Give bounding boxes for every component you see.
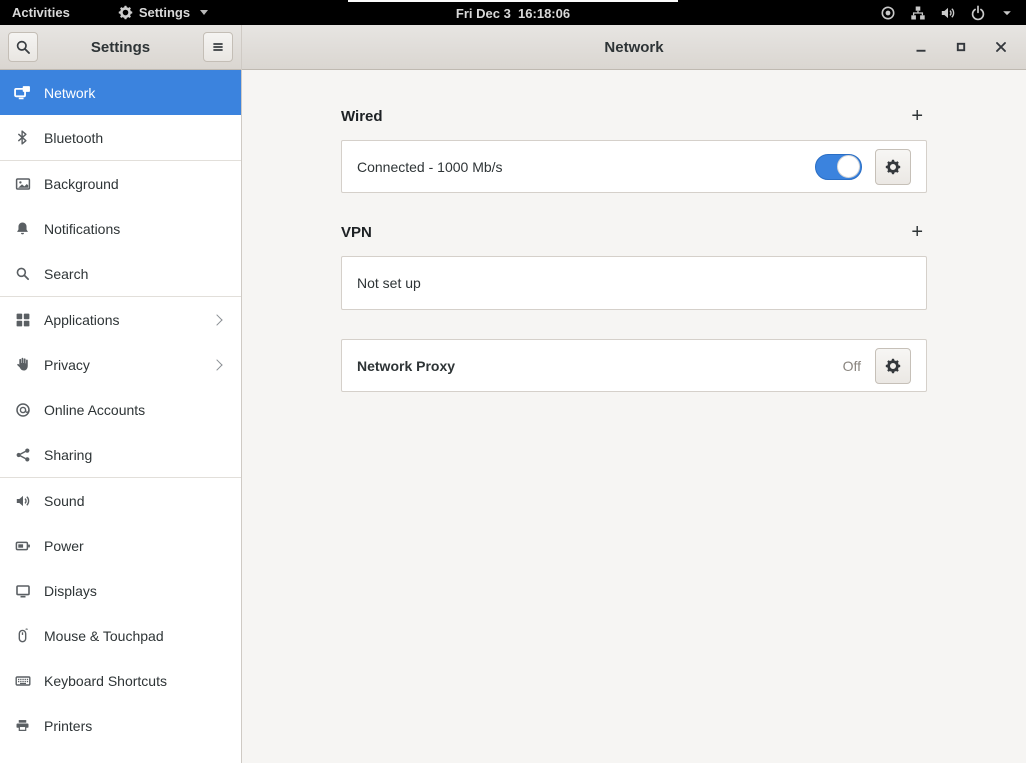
network-proxy-row: Network Proxy Off bbox=[342, 340, 926, 391]
sidebar-item-power[interactable]: Power bbox=[0, 523, 241, 568]
gear-icon bbox=[118, 5, 133, 20]
power-icon bbox=[14, 537, 31, 554]
chevron-right-icon bbox=[211, 358, 223, 371]
sidebar-item-label: Printers bbox=[44, 717, 93, 734]
chevron-down-icon bbox=[1000, 6, 1014, 20]
sidebar-title: Settings bbox=[90, 38, 151, 56]
notifications-icon bbox=[14, 220, 31, 237]
activities-button[interactable]: Activities bbox=[0, 0, 82, 25]
vpn-row: Not set up bbox=[342, 257, 926, 309]
wired-card: Connected - 1000 Mb/s bbox=[341, 140, 927, 193]
sidebar-item-search[interactable]: Search bbox=[0, 251, 241, 296]
bluetooth-icon bbox=[14, 129, 31, 146]
proxy-settings-button[interactable] bbox=[875, 347, 911, 384]
wired-section-title: Wired bbox=[341, 107, 383, 125]
sidebar-item-applications[interactable]: Applications bbox=[0, 297, 241, 342]
sidebar-item-label: Keyboard Shortcuts bbox=[44, 672, 167, 689]
wired-connection-row: Connected - 1000 Mb/s bbox=[342, 141, 926, 192]
sidebar-item-online-accounts[interactable]: Online Accounts bbox=[0, 387, 241, 432]
online-accounts-icon bbox=[14, 401, 31, 418]
sidebar-item-label: Power bbox=[44, 537, 84, 554]
add-vpn-button[interactable]: + bbox=[907, 222, 927, 242]
mouse-icon bbox=[14, 627, 31, 644]
proxy-status-label: Off bbox=[842, 357, 861, 374]
sidebar-header: Settings bbox=[0, 25, 241, 70]
printers-icon bbox=[14, 717, 31, 734]
sidebar-item-sharing[interactable]: Sharing bbox=[0, 432, 241, 477]
settings-window: Settings Network Bluetooth Background Notif… bbox=[0, 25, 1026, 763]
sidebar: Settings Network Bluetooth Background Notif… bbox=[0, 25, 242, 763]
sidebar-item-privacy[interactable]: Privacy bbox=[0, 342, 241, 387]
close-button[interactable] bbox=[986, 32, 1016, 62]
vpn-status-label: Not set up bbox=[357, 275, 421, 291]
sidebar-item-label: Sharing bbox=[44, 446, 93, 463]
maximize-button[interactable] bbox=[946, 32, 976, 62]
sidebar-item-label: Sound bbox=[44, 492, 85, 509]
displays-icon bbox=[14, 582, 31, 599]
system-status-area[interactable] bbox=[868, 0, 1026, 25]
sidebar-item-printers[interactable]: Printers bbox=[0, 703, 241, 748]
clock-button[interactable]: Fri Dec 3 16:18:06 bbox=[348, 0, 678, 25]
clock-label: Fri Dec 3 16:18:06 bbox=[455, 6, 571, 21]
sidebar-item-label: Online Accounts bbox=[44, 401, 146, 418]
sidebar-item-sound[interactable]: Sound bbox=[0, 478, 241, 523]
chevron-right-icon bbox=[211, 313, 223, 326]
add-wired-button[interactable]: + bbox=[907, 106, 927, 126]
network-content: Wired + Connected - 1000 Mb/s VPN + Not … bbox=[242, 70, 1026, 763]
sidebar-item-notifications[interactable]: Notifications bbox=[0, 206, 241, 251]
sidebar-item-background[interactable]: Background bbox=[0, 161, 241, 206]
search-button[interactable] bbox=[8, 32, 38, 62]
screen-record-icon bbox=[880, 5, 896, 21]
chevron-down-icon bbox=[200, 10, 209, 15]
minimize-button[interactable] bbox=[906, 32, 936, 62]
volume-icon bbox=[940, 5, 956, 21]
window-controls bbox=[906, 32, 1026, 62]
app-menu-label: Settings bbox=[138, 5, 191, 20]
sidebar-item-mouse[interactable]: Mouse & Touchpad bbox=[0, 613, 241, 658]
keyboard-icon bbox=[14, 672, 31, 689]
sidebar-item-label: Search bbox=[44, 265, 89, 282]
main-header: Network bbox=[242, 25, 1026, 70]
sidebar-item-bluetooth[interactable]: Bluetooth bbox=[0, 115, 241, 160]
screen: Activities Settings Fri Dec 3 16:18:06 S… bbox=[0, 0, 1026, 763]
top-bar: Activities Settings Fri Dec 3 16:18:06 bbox=[0, 0, 1026, 25]
search-icon bbox=[14, 265, 31, 282]
sidebar-list: Network Bluetooth Background Notifications S… bbox=[0, 70, 241, 763]
power-icon bbox=[970, 5, 986, 21]
sharing-icon bbox=[14, 446, 31, 463]
sidebar-item-label: Mouse & Touchpad bbox=[44, 627, 164, 644]
sidebar-item-label: Displays bbox=[44, 582, 97, 599]
sidebar-item-label: Network bbox=[44, 84, 96, 101]
sidebar-item-label: Privacy bbox=[44, 356, 90, 373]
wired-settings-button[interactable] bbox=[875, 148, 911, 185]
wired-status-label: Connected - 1000 Mb/s bbox=[357, 158, 503, 175]
wired-toggle[interactable] bbox=[815, 153, 862, 180]
wired-network-icon bbox=[910, 5, 926, 21]
app-menu-button[interactable]: Settings bbox=[106, 0, 220, 25]
hamburger-menu-button[interactable] bbox=[203, 32, 233, 62]
sound-icon bbox=[14, 492, 31, 509]
network-proxy-label: Network Proxy bbox=[357, 357, 456, 374]
background-icon bbox=[14, 175, 31, 192]
main-panel: Network Wired + Connected - 1000 Mb/s VP… bbox=[242, 25, 1026, 763]
sidebar-item-label: Bluetooth bbox=[44, 129, 104, 146]
sidebar-item-keyboard[interactable]: Keyboard Shortcuts bbox=[0, 658, 241, 703]
sidebar-item-displays[interactable]: Displays bbox=[0, 568, 241, 613]
vpn-card: Not set up bbox=[341, 256, 927, 310]
sidebar-item-label: Applications bbox=[44, 311, 120, 328]
privacy-icon bbox=[14, 356, 31, 373]
sidebar-item-label: Notifications bbox=[44, 220, 121, 237]
sidebar-item-network[interactable]: Network bbox=[0, 70, 241, 115]
vpn-section-title: VPN bbox=[341, 223, 372, 241]
toggle-knob bbox=[837, 155, 860, 178]
sidebar-item-label: Background bbox=[44, 175, 119, 192]
applications-icon bbox=[14, 311, 31, 328]
network-icon bbox=[14, 84, 31, 101]
network-proxy-card: Network Proxy Off bbox=[341, 339, 927, 392]
